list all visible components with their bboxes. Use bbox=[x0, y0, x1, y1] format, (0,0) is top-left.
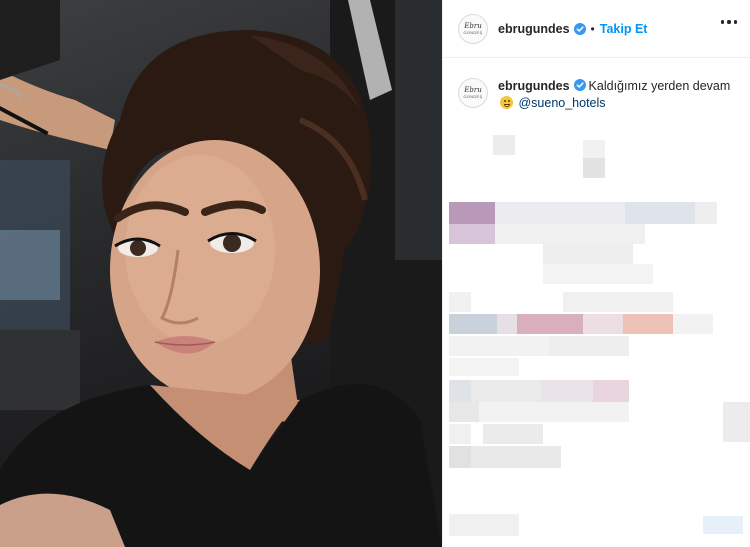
caption-text: ebrugundes Kaldığımız yerden devam @sueno… bbox=[498, 78, 738, 112]
post-caption: Ebru GÜNDEŞ ebrugundes Kaldığımız yerden … bbox=[458, 78, 738, 112]
header-separator: • bbox=[590, 21, 595, 36]
caption-avatar-subtext: GÜNDEŞ bbox=[463, 94, 483, 99]
pixelated-comments bbox=[443, 120, 750, 547]
caption-body: Kaldığımız yerden devam bbox=[588, 79, 731, 93]
grinning-emoji-icon bbox=[500, 96, 513, 109]
post-side-panel: Ebru GÜNDEŞ ebrugundes • Takip Et Ebru G… bbox=[442, 0, 750, 547]
caption-verified-badge-icon bbox=[573, 79, 586, 91]
caption-mention-link[interactable]: @sueno_hotels bbox=[518, 96, 605, 110]
post-header: Ebru GÜNDEŞ ebrugundes • Takip Et bbox=[443, 0, 750, 58]
avatar-signature: Ebru bbox=[464, 21, 482, 30]
selfie-illustration bbox=[0, 0, 442, 547]
header-username[interactable]: ebrugundes bbox=[498, 22, 570, 36]
avatar-subtext: GÜNDEŞ bbox=[463, 29, 483, 35]
caption-username[interactable]: ebrugundes bbox=[498, 79, 570, 93]
profile-avatar[interactable]: Ebru GÜNDEŞ bbox=[458, 13, 488, 44]
follow-button[interactable]: Takip Et bbox=[600, 22, 648, 36]
more-options-icon[interactable] bbox=[720, 20, 737, 24]
caption-avatar-signature: Ebru bbox=[464, 86, 482, 94]
caption-avatar[interactable]: Ebru GÜNDEŞ bbox=[458, 78, 488, 108]
verified-badge-icon bbox=[573, 22, 586, 35]
post-photo[interactable] bbox=[0, 0, 442, 547]
